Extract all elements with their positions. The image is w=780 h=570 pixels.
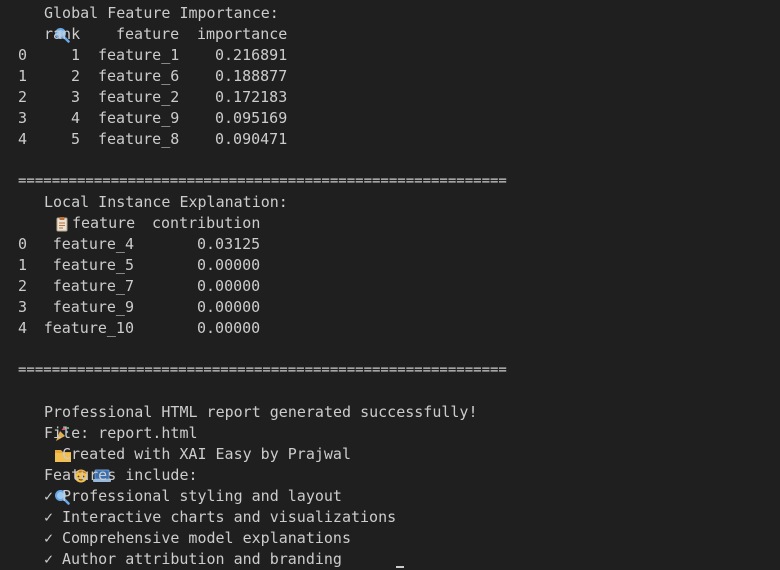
row-feature: feature_8 <box>98 130 180 148</box>
row-rank: 2 <box>70 67 80 85</box>
report-file-line: File: report.html <box>0 423 780 462</box>
row-rank: 5 <box>70 130 80 148</box>
row-importance: 0.216891 <box>215 46 288 64</box>
table-row: 1 feature_5 0.00000 <box>0 255 780 276</box>
row-feature: feature_10 <box>43 319 134 337</box>
separator-line: ========================================… <box>18 173 507 189</box>
row-feature: feature_7 <box>52 277 134 295</box>
col-header-rank: rank <box>44 25 81 43</box>
report-created-line: Created with XAI Easy by Prajwal <box>0 444 780 483</box>
global-importance-title: Global Feature Importance: <box>44 4 279 22</box>
row-contribution: 0.00000 <box>197 277 261 295</box>
row-index: 1 <box>18 67 28 85</box>
row-rank: 4 <box>70 109 80 127</box>
table-row: 2 3 feature_2 0.172183 <box>0 87 780 108</box>
row-feature: feature_5 <box>52 256 134 274</box>
row-feature: feature_4 <box>52 235 134 253</box>
row-contribution: 0.00000 <box>197 319 261 337</box>
report-success-line: Professional HTML report generated succe… <box>0 402 780 441</box>
row-importance: 0.090471 <box>215 130 288 148</box>
col-header-contribution: contribution <box>152 214 261 232</box>
terminal-cursor <box>396 566 404 568</box>
row-index: 4 <box>18 319 28 337</box>
table-row: 2 feature_7 0.00000 <box>0 276 780 297</box>
row-feature: feature_2 <box>98 88 180 106</box>
table-row: 0 1 feature_1 0.216891 <box>0 45 780 66</box>
report-created-text: Created with XAI Easy by Prajwal <box>62 445 351 463</box>
feature-item-text: Comprehensive model explanations <box>62 529 351 547</box>
features-title: Features include: <box>44 466 198 484</box>
row-index: 2 <box>18 277 28 295</box>
table-row: 4 5 feature_8 0.090471 <box>0 129 780 150</box>
row-feature: feature_9 <box>98 109 180 127</box>
global-table-header: rank feature importance <box>0 24 780 45</box>
row-rank: 3 <box>70 88 80 106</box>
table-row: 3 4 feature_9 0.095169 <box>0 108 780 129</box>
table-row: 1 2 feature_6 0.188877 <box>0 66 780 87</box>
checkmark-icon: ✓ <box>44 508 54 526</box>
terminal-output: Global Feature Importance: rank feature … <box>0 0 780 570</box>
row-feature: feature_6 <box>98 67 180 85</box>
feature-item-text: Interactive charts and visualizations <box>62 508 397 526</box>
list-item: ✓ Interactive charts and visualizations <box>0 507 780 528</box>
table-row: 4 feature_10 0.00000 <box>0 318 780 339</box>
local-explanation-title: Local Instance Explanation: <box>44 193 288 211</box>
row-index: 0 <box>18 46 28 64</box>
row-index: 0 <box>18 235 28 253</box>
row-contribution: 0.00000 <box>197 298 261 316</box>
col-header-feature: feature <box>72 214 136 232</box>
row-importance: 0.095169 <box>215 109 288 127</box>
row-index: 3 <box>18 109 28 127</box>
table-row: 3 feature_9 0.00000 <box>0 297 780 318</box>
row-index: 2 <box>18 88 28 106</box>
row-contribution: 0.03125 <box>197 235 261 253</box>
list-item: ✓ Comprehensive model explanations <box>0 528 780 549</box>
row-feature: feature_1 <box>98 46 180 64</box>
feature-item-text: Author attribution and branding <box>62 550 342 568</box>
list-item: ✓ Professional styling and layout <box>0 486 780 507</box>
row-index: 3 <box>18 298 28 316</box>
row-importance: 0.172183 <box>215 88 288 106</box>
row-index: 4 <box>18 130 28 148</box>
row-rank: 1 <box>70 46 80 64</box>
row-contribution: 0.00000 <box>197 256 261 274</box>
col-header-feature: feature <box>116 25 180 43</box>
checkmark-icon: ✓ <box>44 550 54 568</box>
local-table-header: feature contribution <box>0 213 780 234</box>
separator-line: ========================================… <box>18 362 507 378</box>
row-index: 1 <box>18 256 28 274</box>
report-file-text: File: report.html <box>44 424 198 442</box>
col-header-importance: importance <box>197 25 288 43</box>
row-feature: feature_9 <box>52 298 134 316</box>
local-explanation-title-line: Local Instance Explanation: <box>0 192 780 232</box>
checkmark-icon: ✓ <box>44 487 54 505</box>
row-importance: 0.188877 <box>215 67 288 85</box>
global-importance-title-line: Global Feature Importance: <box>0 3 279 43</box>
table-row: 0 feature_4 0.03125 <box>0 234 780 255</box>
feature-item-text: Professional styling and layout <box>62 487 342 505</box>
checkmark-icon: ✓ <box>44 529 54 547</box>
list-item: ✓ Author attribution and branding <box>0 549 780 570</box>
report-success-text: Professional HTML report generated succe… <box>44 403 478 421</box>
features-title-line: Features include: <box>0 465 780 505</box>
